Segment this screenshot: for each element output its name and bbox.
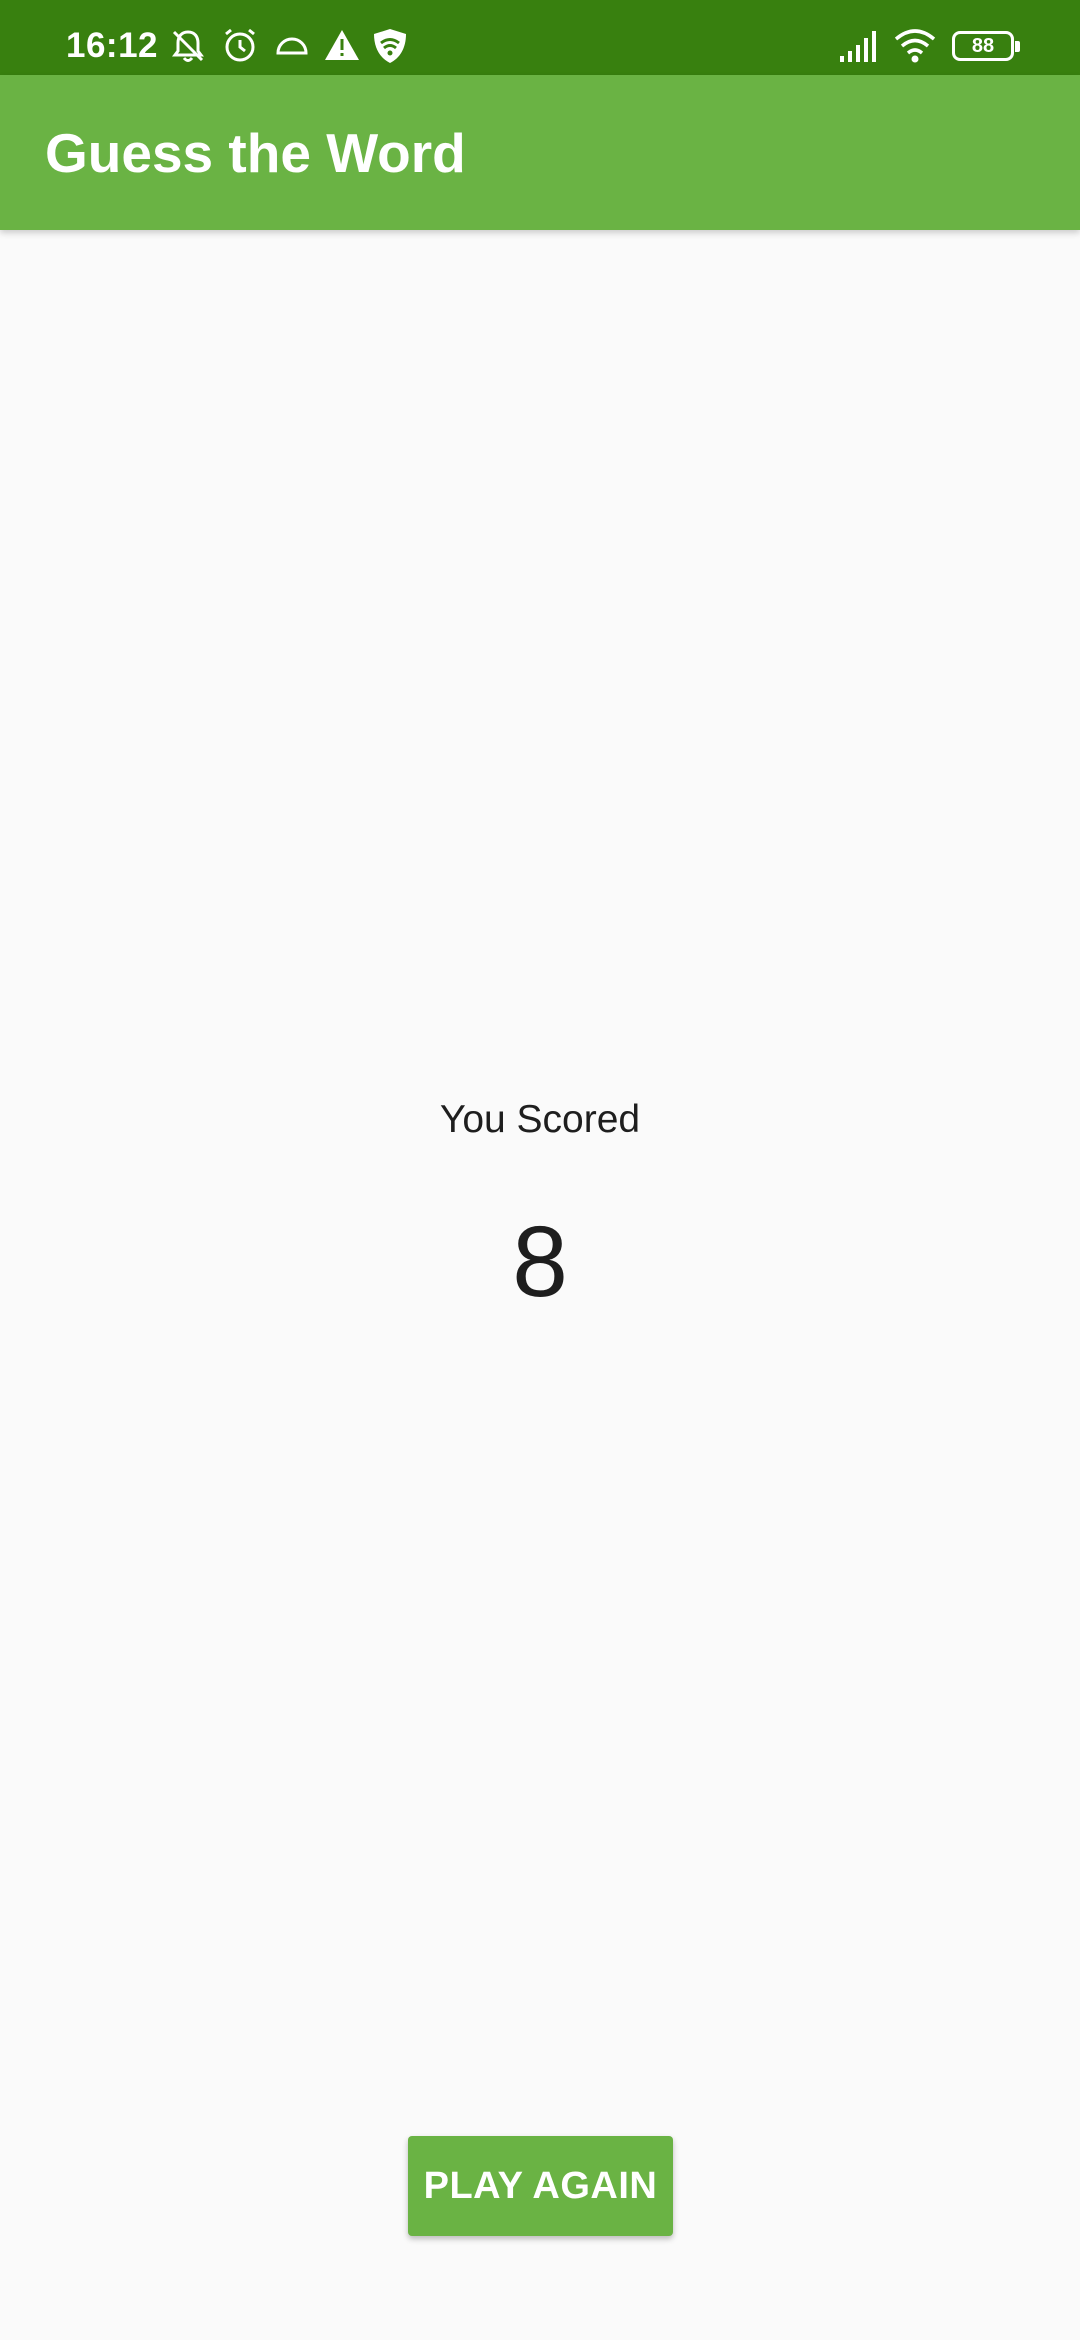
- app-title: Guess the Word: [45, 122, 466, 184]
- battery-level: 88: [971, 35, 995, 57]
- battery-icon: 88: [952, 31, 1020, 61]
- app-bar: Guess the Word: [0, 75, 1080, 230]
- muted-bell-icon: [172, 30, 204, 62]
- shield-wifi-icon: [374, 29, 406, 63]
- wifi-icon: [894, 29, 936, 63]
- status-time: 16:12: [66, 26, 159, 65]
- signal-icon: [840, 31, 876, 62]
- score-label: You Scored: [439, 1098, 641, 1141]
- half-circle-icon: [276, 37, 308, 55]
- score-value: 8: [512, 1206, 568, 1318]
- status-bar: 16:12 88: [0, 0, 1080, 75]
- warning-icon: [325, 30, 359, 60]
- play-again-button[interactable]: PLAY AGAIN: [408, 2136, 673, 2236]
- alarm-icon: [225, 28, 255, 62]
